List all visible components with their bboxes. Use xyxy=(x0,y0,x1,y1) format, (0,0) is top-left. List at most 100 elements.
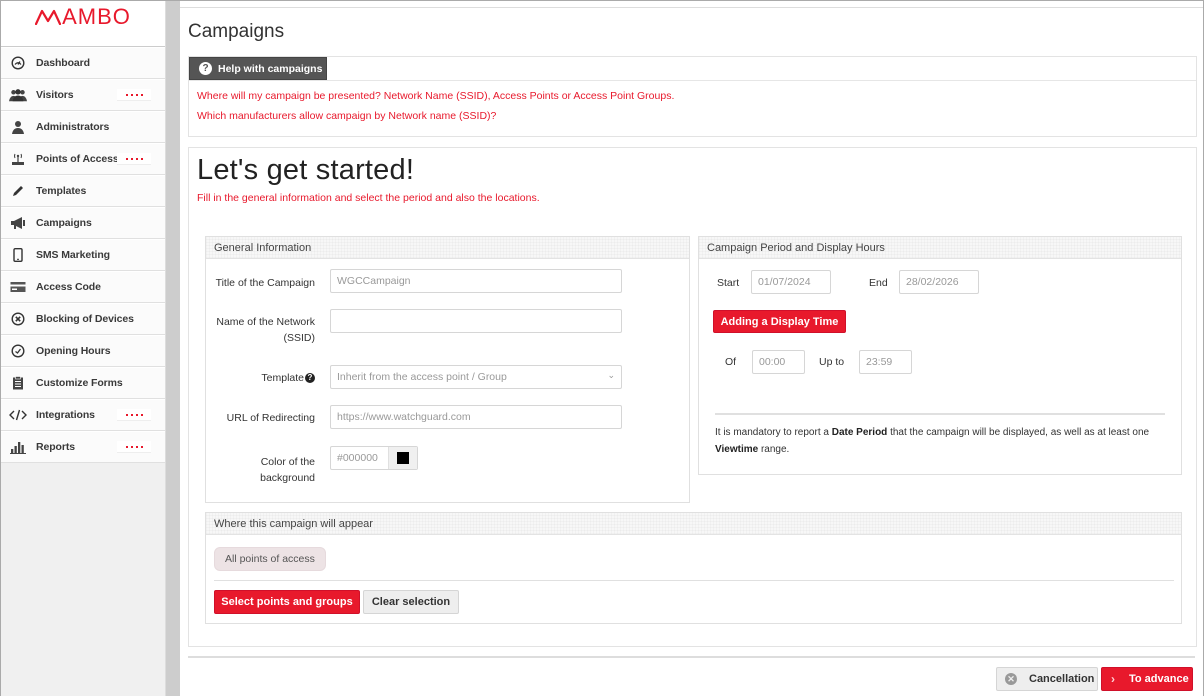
sidebar-item-opening-hours[interactable]: Opening Hours xyxy=(1,335,165,367)
sidebar-item-label: Integrations xyxy=(36,409,95,421)
sidebar-item-integrations[interactable]: Integrations xyxy=(1,399,165,431)
note-text-3: range. xyxy=(758,444,790,455)
template-select[interactable]: Inherit from the access point / Group ⌄ xyxy=(330,365,622,389)
background-color-label: Color of the background xyxy=(260,456,315,484)
megaphone-icon xyxy=(9,214,27,232)
template-select-value: Inherit from the access point / Group xyxy=(330,365,622,389)
help-tab[interactable]: ? Help with campaigns xyxy=(189,57,327,80)
sidebar-item-visitors[interactable]: Visitors xyxy=(1,79,165,111)
pencil-icon xyxy=(9,182,27,200)
template-label-text: Template xyxy=(261,372,304,384)
add-display-time-button[interactable]: Adding a Display Time xyxy=(713,310,846,333)
wizard-panel: Let's get started! Fill in the general i… xyxy=(188,147,1197,647)
sidebar-item-campaigns[interactable]: Campaigns xyxy=(1,207,165,239)
wizard-subtitle: Fill in the general information and sele… xyxy=(197,192,540,204)
sidebar-item-label: Campaigns xyxy=(36,217,92,229)
time-to-input[interactable] xyxy=(859,350,912,374)
sidebar-item-reports[interactable]: Reports xyxy=(1,431,165,463)
sidebar-item-label: Points of Access xyxy=(36,153,119,165)
note-bold-date-period: Date Period xyxy=(831,427,888,438)
block-icon xyxy=(9,310,27,328)
new-badge-icon xyxy=(117,153,151,165)
logo-area: AMBO xyxy=(1,1,165,47)
note-text-1: It is mandatory to report a xyxy=(715,427,832,438)
card-icon xyxy=(9,278,27,296)
close-circle-icon: ✕ xyxy=(1005,673,1017,685)
new-badge-icon xyxy=(117,409,151,421)
code-icon xyxy=(9,406,27,424)
access-point-icon xyxy=(9,150,27,168)
sidebar-item-blocking-of-devices[interactable]: Blocking of Devices xyxy=(1,303,165,335)
main-content: Campaigns ? Help with campaigns Where wi… xyxy=(180,1,1203,696)
sidebar: AMBO Dashboard Visitors Administrators Poin… xyxy=(1,1,166,696)
sidebar-item-label: Customize Forms xyxy=(36,377,123,389)
users-icon xyxy=(9,86,27,104)
help-link-where[interactable]: Where will my campaign be presented? Net… xyxy=(197,90,674,102)
start-date-input[interactable] xyxy=(751,270,831,294)
all-access-points-chip[interactable]: All points of access xyxy=(214,547,326,571)
sidebar-item-label: SMS Marketing xyxy=(36,249,110,261)
sidebar-nav: Dashboard Visitors Administrators Points of… xyxy=(1,47,165,463)
sidebar-scrollbar[interactable] xyxy=(166,1,180,696)
cancel-button-label: Cancellation xyxy=(1029,673,1095,685)
phone-icon xyxy=(9,246,27,264)
start-label: Start xyxy=(717,277,740,289)
sidebar-item-access-code[interactable]: Access Code xyxy=(1,271,165,303)
select-points-groups-button[interactable]: Select points and groups xyxy=(214,590,360,614)
template-help-icon[interactable]: ? xyxy=(305,373,315,384)
sidebar-item-customize-forms[interactable]: Customize Forms xyxy=(1,367,165,399)
sidebar-item-label: Access Code xyxy=(36,281,101,293)
note-text-2: that the campaign will be displayed, as … xyxy=(887,427,1150,438)
question-icon: ? xyxy=(199,62,212,75)
color-swatch-button[interactable] xyxy=(389,447,417,469)
clear-selection-button[interactable]: Clear selection xyxy=(363,590,459,614)
clipboard-icon xyxy=(9,374,27,392)
sidebar-item-administrators[interactable]: Administrators xyxy=(1,111,165,143)
top-divider xyxy=(180,7,1203,8)
locations-divider xyxy=(214,580,1174,581)
sidebar-item-dashboard[interactable]: Dashboard xyxy=(1,47,165,79)
sidebar-item-label: Opening Hours xyxy=(36,345,111,357)
sidebar-item-points-of-access[interactable]: Points of Access xyxy=(1,143,165,175)
sidebar-item-label: Reports xyxy=(36,441,75,453)
page-title: Campaigns xyxy=(188,21,285,42)
template-label: Template? xyxy=(206,370,315,386)
advance-button[interactable]: › To advance xyxy=(1101,667,1193,691)
time-to-label: Up to xyxy=(819,356,845,368)
help-link-manufacturers[interactable]: Which manufacturers allow campaign by Ne… xyxy=(197,110,496,122)
new-badge-icon xyxy=(117,89,151,101)
footer-divider xyxy=(188,656,1195,658)
sidebar-item-sms-marketing[interactable]: SMS Marketing xyxy=(1,239,165,271)
campaign-period-heading: Campaign Period and Display Hours xyxy=(699,237,1181,259)
note-bold-viewtime: Viewtime xyxy=(715,444,759,455)
chevron-down-icon: ⌄ xyxy=(607,370,615,380)
general-information-heading: General Information xyxy=(206,237,689,259)
end-label: End xyxy=(869,277,888,289)
sidebar-item-label: Dashboard xyxy=(36,57,90,69)
clock-icon xyxy=(9,342,27,360)
sidebar-item-templates[interactable]: Templates xyxy=(1,175,165,207)
background-color-value[interactable]: #000000 xyxy=(331,447,389,469)
sidebar-item-label: Templates xyxy=(36,185,87,197)
user-icon xyxy=(9,118,27,136)
time-from-input[interactable] xyxy=(752,350,805,374)
redirect-url-input[interactable] xyxy=(330,405,622,429)
wizard-title: Let's get started! xyxy=(197,154,415,186)
brand-logo[interactable]: AMBO xyxy=(35,4,131,30)
cancel-button[interactable]: ✕ Cancellation xyxy=(996,667,1098,691)
help-divider xyxy=(189,80,1196,81)
period-divider xyxy=(715,413,1165,415)
campaign-title-input[interactable] xyxy=(330,269,622,293)
sidebar-item-label: Visitors xyxy=(36,89,74,101)
campaign-title-label: Title of the Campaign xyxy=(215,277,315,289)
end-date-input[interactable] xyxy=(899,270,979,294)
general-information-panel: General Information Title of the Campaig… xyxy=(205,236,690,503)
sidebar-item-label: Blocking of Devices xyxy=(36,313,134,325)
help-tab-label: Help with campaigns xyxy=(218,62,323,75)
background-color-picker[interactable]: #000000 xyxy=(330,446,418,470)
logo-text: AMBO xyxy=(62,4,131,29)
period-mandatory-note: It is mandatory to report a Date Period … xyxy=(715,424,1175,458)
campaign-locations-heading: Where this campaign will appear xyxy=(206,513,1181,535)
network-name-input[interactable] xyxy=(330,309,622,333)
redirect-url-label: URL of Redirecting xyxy=(226,412,315,424)
